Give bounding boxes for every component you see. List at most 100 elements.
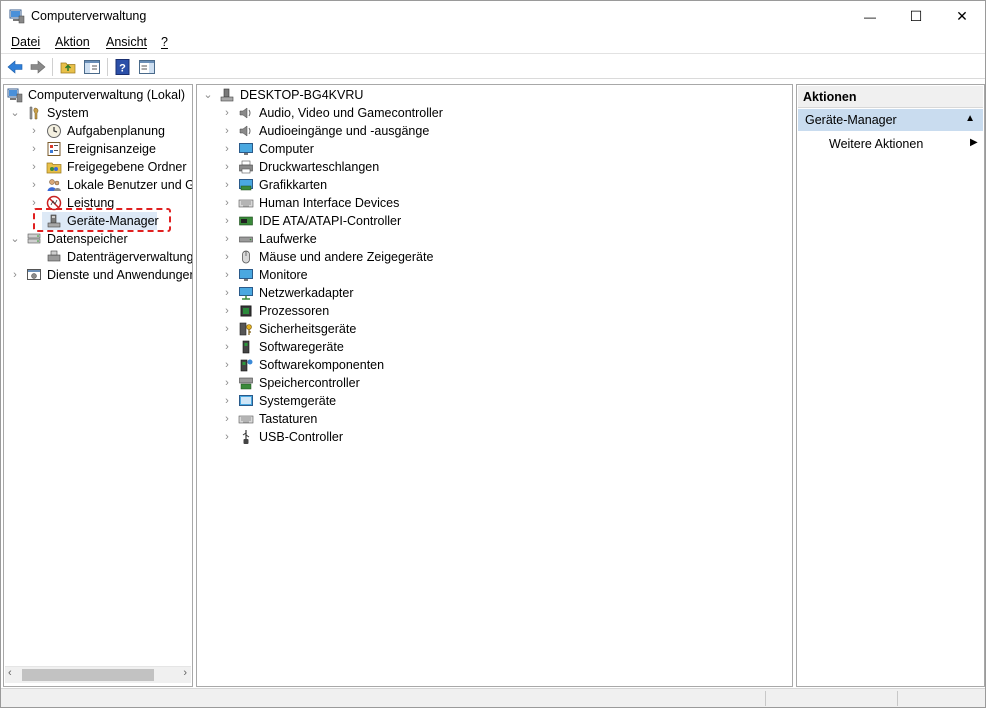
device-category-row[interactable]: › Grafikkarten [197,176,787,194]
computer-management-icon [7,88,23,103]
chevron-right-icon[interactable]: › [222,230,232,248]
chevron-right-icon[interactable]: › [10,266,20,284]
device-root[interactable]: ⌄ DESKTOP-BG4KVRU [197,86,787,104]
scroll-left-icon[interactable]: ‹ [8,667,12,679]
device-category-row[interactable]: › Speichercontroller [197,374,787,392]
device-category-label: Softwarekomponenten [259,358,385,372]
device-category-row[interactable]: › IDE ATA/ATAPI-Controller [197,212,787,230]
close-button[interactable]: ✕ [939,1,985,32]
device-category-label: Computer [259,142,314,156]
chevron-right-icon[interactable]: › [222,212,232,230]
chevron-right-icon[interactable]: › [222,428,232,446]
help-icon[interactable]: ? [114,58,132,76]
device-category-label: Audioeingänge und -ausgänge [259,124,430,138]
device-category-label: Grafikkarten [259,178,328,192]
submenu-arrow-icon[interactable]: ▶ [970,137,978,148]
back-arrow-icon[interactable] [6,58,24,76]
chevron-right-icon[interactable]: › [222,248,232,266]
device-category-row[interactable]: › Softwaregeräte [197,338,787,356]
drive-icon [239,236,253,243]
computer-management-icon [9,9,25,24]
title-bar[interactable]: Computerverwaltung — ☐ ✕ [1,1,985,32]
horizontal-scrollbar[interactable]: ‹ › [5,666,191,683]
device-category-label: Sicherheitsgeräte [259,322,357,336]
chevron-right-icon[interactable]: › [222,392,232,410]
tree-item-dienste-und-anwendungen[interactable]: › Dienste und Anwendungen [4,266,192,284]
device-category-row[interactable]: › USB-Controller [197,428,787,446]
menu-help[interactable]: ? [161,35,168,49]
tree-item-lokale-benutzer[interactable]: › Lokale Benutzer und Gruppen [4,176,192,194]
chevron-right-icon[interactable]: › [222,374,232,392]
chevron-down-icon[interactable]: ⌄ [203,86,213,104]
menu-datei[interactable]: Datei [11,35,40,49]
maximize-button[interactable]: ☐ [893,1,939,32]
action-weitere-aktionen[interactable]: Weitere Aktionen [829,137,923,151]
chevron-down-icon[interactable]: ⌄ [10,104,20,122]
device-category-row[interactable]: › Sicherheitsgeräte [197,320,787,338]
chevron-right-icon[interactable]: › [222,356,232,374]
device-category-row[interactable]: › Human Interface Devices [197,194,787,212]
chevron-right-icon[interactable]: › [29,158,39,176]
security-key-icon [239,322,252,336]
show-hide-action-pane-icon[interactable] [138,58,156,76]
chevron-right-icon[interactable]: › [222,140,232,158]
chevron-right-icon[interactable]: › [222,104,232,122]
chevron-right-icon[interactable]: › [29,140,39,158]
menu-ansicht[interactable]: Ansicht [106,35,147,49]
chevron-right-icon[interactable]: › [222,320,232,338]
device-category-row[interactable]: › Systemgeräte [197,392,787,410]
scrollbar-thumb[interactable] [22,669,154,681]
tree-item-datenspeicher[interactable]: ⌄ Datenspeicher [4,230,192,248]
tree-item-freigegebene-ordner[interactable]: › Freigegebene Ordner [4,158,192,176]
chevron-right-icon[interactable]: › [222,302,232,320]
chevron-right-icon[interactable]: › [222,284,232,302]
device-category-row[interactable]: › Tastaturen [197,410,787,428]
chevron-right-icon[interactable]: › [29,176,39,194]
device-category-row[interactable]: › Prozessoren [197,302,787,320]
collapse-up-icon[interactable]: ▲ [965,113,975,124]
minimize-icon: — [864,9,876,24]
keyboard-icon [238,199,254,208]
device-category-row[interactable]: › Druckwarteschlangen [197,158,787,176]
chevron-down-icon[interactable]: ⌄ [10,230,20,248]
chevron-right-icon[interactable]: › [222,410,232,428]
tree-item-system[interactable]: ⌄ System [4,104,192,122]
chevron-right-icon[interactable]: › [222,158,232,176]
menu-aktion[interactable]: Aktion [55,35,90,49]
device-category-label: Systemgeräte [259,394,337,408]
chevron-right-icon[interactable]: › [222,338,232,356]
device-category-row[interactable]: › Mäuse und andere Zeigegeräte [197,248,787,266]
device-category-row[interactable]: › Monitore [197,266,787,284]
actions-section-label: Geräte-Manager [805,113,897,127]
console-tree-pane[interactable]: Computerverwaltung (Lokal) ⌄ System › Au… [3,84,193,687]
chevron-right-icon[interactable]: › [222,122,232,140]
device-tree-pane[interactable]: ⌄ DESKTOP-BG4KVRU › Audio, Video und Game… [196,84,793,687]
up-folder-icon[interactable] [59,58,77,76]
tree-item-datentraegerverwaltung[interactable]: Datenträgerverwaltung [4,248,192,266]
show-hide-tree-icon[interactable] [83,58,101,76]
device-category-row[interactable]: › Laufwerke [197,230,787,248]
chevron-right-icon[interactable]: › [222,176,232,194]
scroll-right-icon[interactable]: › [183,667,187,679]
actions-section-geraete-manager[interactable]: Geräte-Manager ▲ [798,109,983,131]
chevron-right-icon[interactable]: › [222,266,232,284]
chevron-right-icon[interactable]: › [222,194,232,212]
tree-root[interactable]: Computerverwaltung (Lokal) [4,86,192,104]
minimize-button[interactable]: — [847,1,893,32]
tree-item-ereignisanzeige[interactable]: › Ereignisanzeige [4,140,192,158]
toolbar-separator [52,58,53,76]
tree-item-aufgabenplanung[interactable]: › Aufgabenplanung [4,122,192,140]
forward-arrow-icon[interactable] [29,58,47,76]
device-category-row[interactable]: › Audio, Video und Gamecontroller [197,104,787,122]
chevron-right-icon[interactable]: › [29,122,39,140]
tree-item-label: Datenspeicher [47,232,128,246]
device-category-row[interactable]: › Audioeingänge und -ausgänge [197,122,787,140]
device-category-row[interactable]: › Netzwerkadapter [197,284,787,302]
device-category-row[interactable]: › Computer [197,140,787,158]
device-category-label: Mäuse und andere Zeigegeräte [259,250,434,264]
monitor-icon [239,269,253,281]
maximize-icon: ☐ [909,8,923,24]
device-category-row[interactable]: › Softwarekomponenten [197,356,787,374]
window-title: Computerverwaltung [31,9,147,23]
device-category-label: Audio, Video und Gamecontroller [259,106,443,120]
